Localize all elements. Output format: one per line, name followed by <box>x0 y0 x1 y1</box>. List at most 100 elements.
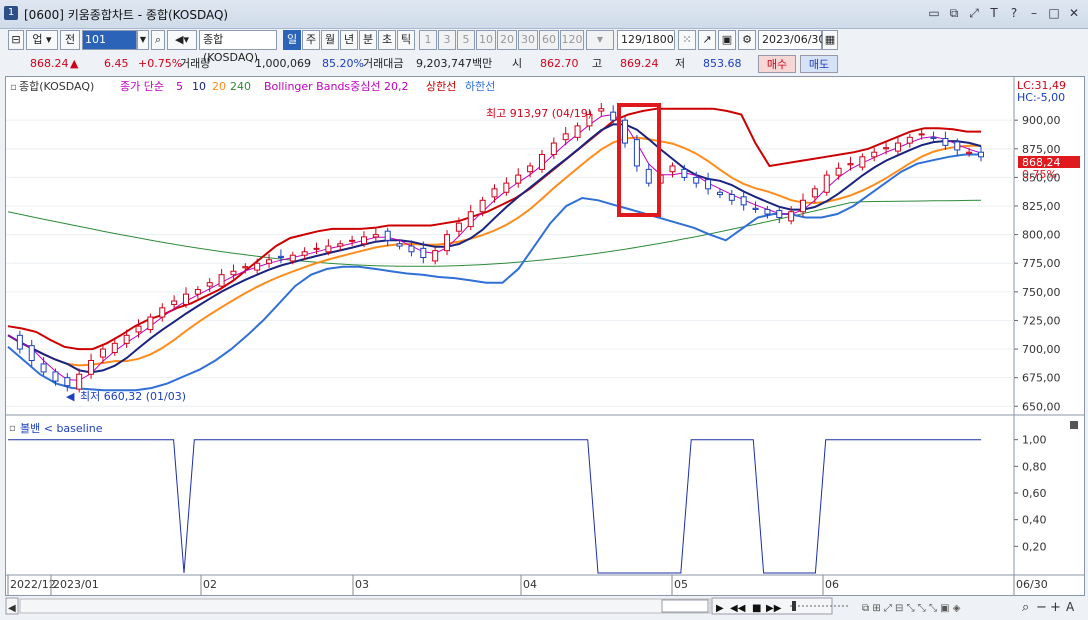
indicator-line <box>8 439 981 574</box>
minute-30[interactable]: 30 <box>518 30 538 50</box>
minute-10[interactable]: 10 <box>476 30 496 50</box>
high-label: 고 <box>592 57 603 70</box>
forward-icon[interactable]: ▶▶ <box>766 603 782 614</box>
copy-icon[interactable]: ⧉ <box>946 5 962 21</box>
indicator-y-label: 0,60 <box>1022 487 1047 500</box>
toolbar: ⊟ 업 ▾ 전 101 ▼ ⌕ ◀▾ 종합(KOSDAQ) 일 주 월 년 분 … <box>0 30 1088 64</box>
tab-day[interactable]: 일 <box>283 30 301 50</box>
chart-menu-icon[interactable]: ⊟ <box>8 30 24 50</box>
restore-icon[interactable]: ▭ <box>926 5 942 21</box>
down-candle <box>776 210 783 218</box>
settings-icon[interactable]: ⚙ <box>738 30 756 50</box>
chart-legend-icon: ▫ <box>10 82 17 93</box>
tab-minute[interactable]: 분 <box>359 30 377 50</box>
indicator-close-icon[interactable] <box>1070 421 1078 429</box>
open-value: 862.70 <box>540 57 579 70</box>
tab-week[interactable]: 주 <box>302 30 320 50</box>
up-candle <box>562 133 569 141</box>
minus-icon[interactable]: − <box>1036 600 1047 615</box>
stop-icon[interactable]: ■ <box>752 603 761 614</box>
plus-icon[interactable]: + <box>1050 600 1061 615</box>
tab-tick[interactable]: 틱 <box>397 30 415 50</box>
minute-5[interactable]: 5 <box>457 30 475 50</box>
y-tick-label: 900,00 <box>1022 114 1061 127</box>
minute-60[interactable]: 60 <box>539 30 559 50</box>
up-candle <box>491 188 498 198</box>
zoom-out-icon[interactable]: ⌕ <box>1022 600 1029 615</box>
up-candle <box>574 125 581 138</box>
minute-1[interactable]: 1 <box>419 30 437 50</box>
scroll-left-icon[interactable]: ◀ <box>8 603 16 614</box>
y-tick-label: 875,00 <box>1022 143 1061 156</box>
low-arrow-icon: ◀ <box>66 390 75 403</box>
maximize-icon[interactable]: □ <box>1046 5 1062 21</box>
down-candle <box>705 179 712 190</box>
bb-upper-label: 상한선 <box>426 80 456 93</box>
line-tool-icon[interactable]: ↗ <box>698 30 716 50</box>
amount-value: 9,203,747백만 <box>416 57 493 70</box>
speed-slider[interactable] <box>792 601 796 611</box>
minute-120[interactable]: 120 <box>560 30 584 50</box>
up-candle <box>894 142 901 152</box>
text-icon[interactable]: T <box>986 5 1002 21</box>
up-candle <box>444 234 451 252</box>
x-tick-label: 04 <box>523 578 537 591</box>
minute-20[interactable]: 20 <box>497 30 517 50</box>
up-candle <box>123 334 130 344</box>
tab-year[interactable]: 년 <box>340 30 358 50</box>
x-tick-label: 03 <box>355 578 369 591</box>
code-dropdown-icon[interactable]: ▼ <box>137 30 149 50</box>
down-candle <box>408 245 415 253</box>
y-tick-label: 700,00 <box>1022 343 1061 356</box>
down-candle <box>740 196 747 206</box>
close-icon[interactable]: ✕ <box>1066 5 1082 21</box>
period-button[interactable]: 전 <box>60 30 80 50</box>
scroll-thumb[interactable] <box>661 599 709 613</box>
up-candle <box>788 211 795 222</box>
minute-3[interactable]: 3 <box>438 30 456 50</box>
scroll-track[interactable] <box>19 598 711 614</box>
market-select[interactable]: 업 ▾ <box>26 30 58 50</box>
tab-second[interactable]: 초 <box>378 30 396 50</box>
pin-icon[interactable]: ⤢ <box>966 5 982 21</box>
indicator-label: 볼밴 < baseline <box>20 422 103 435</box>
tab-month[interactable]: 월 <box>321 30 339 50</box>
x-tick-label: 02 <box>203 578 217 591</box>
search-icon[interactable]: ⌕ <box>151 30 165 50</box>
down-candle <box>716 191 723 196</box>
minute-dropdown[interactable]: ▼ <box>586 30 614 50</box>
down-candle <box>40 363 47 373</box>
up-candle <box>372 234 379 238</box>
up-candle <box>859 156 866 168</box>
tool-icons[interactable]: ⧉ ⊞ ⤢ ⊟ ⤡ ⤡ ⤡ ▣ ◈ <box>862 603 961 614</box>
calendar-icon[interactable]: ▦ <box>822 30 838 50</box>
bottom-scrollbar[interactable]: ◀ ▶ ◀◀ ■ ▶▶ ⌕ − + A ⧉ ⊞ ⤢ ⊟ ⤡ ⤡ ⤡ ▣ ◈ <box>0 597 1088 617</box>
volume-value: 1,000,069 <box>255 57 311 70</box>
up-candle <box>135 325 142 333</box>
code-input[interactable]: 101 <box>82 30 137 50</box>
rewind-icon[interactable]: ◀◀ <box>730 603 746 614</box>
up-candle <box>147 316 154 331</box>
play-icon[interactable]: ▶ <box>716 603 724 614</box>
sound-icon[interactable]: ◀▾ <box>167 30 197 50</box>
text-size-icon[interactable]: A <box>1066 600 1075 614</box>
up-candle <box>76 373 83 390</box>
grid-icon[interactable]: ⁙ <box>678 30 696 50</box>
count-field[interactable]: 129/1800 <box>617 30 675 50</box>
sell-button[interactable]: 매도 <box>800 55 838 73</box>
ma20-label: 20 <box>212 80 226 93</box>
save-icon[interactable]: ▣ <box>718 30 736 50</box>
down-candle <box>28 345 35 362</box>
up-candle <box>515 174 522 184</box>
date-field[interactable]: 2023/06/30 <box>758 30 825 50</box>
low-annotation: 최저 660,32 (01/03) <box>80 390 186 403</box>
buy-button[interactable]: 매수 <box>758 55 796 73</box>
indicator-y-label: 0,40 <box>1022 514 1047 527</box>
down-candle <box>978 151 984 158</box>
up-candle <box>182 293 189 305</box>
help-icon[interactable]: ? <box>1006 5 1022 21</box>
chart-area[interactable]: 0,20 0,40 0,60 0,80 1,00 650,00 675,00 700,00 7… <box>5 76 1085 596</box>
up-candle <box>206 282 213 287</box>
price-chart[interactable]: 0,20 0,40 0,60 0,80 1,00 650,00 675,00 700,00 7… <box>6 77 1084 595</box>
minimize-icon[interactable]: – <box>1026 5 1042 21</box>
